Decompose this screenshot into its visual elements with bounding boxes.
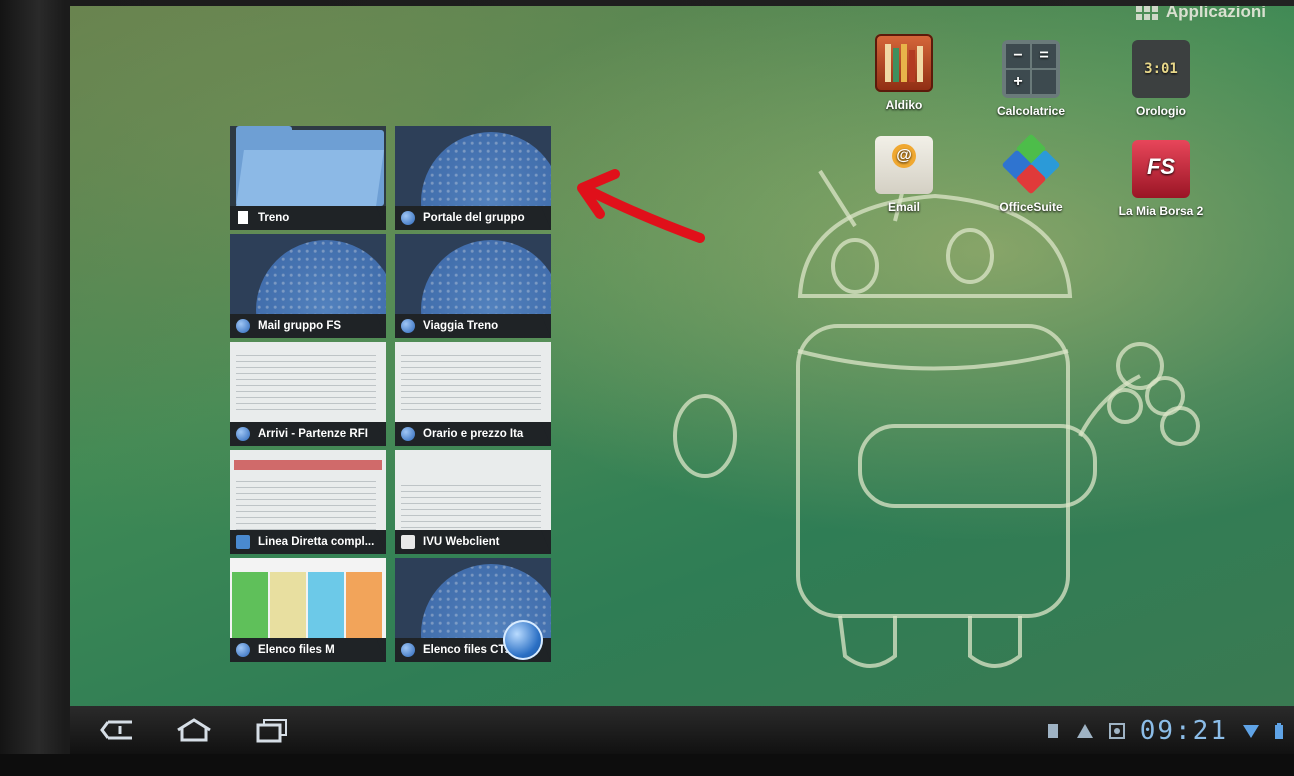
officesuite-icon [1001,133,1061,195]
recent-app-title: Orario e prezzo Ita [423,428,524,440]
shortcut-orologio[interactable]: 3:01 Orologio [1106,40,1216,118]
browser-globe-icon [503,620,543,660]
shortcut-la-mia-borsa-2[interactable]: La Mia Borsa 2 [1106,140,1216,218]
shortcut-label: Calcolatrice [996,104,1066,118]
browser-icon [401,427,415,441]
recent-app-viaggia-treno[interactable]: Viaggia Treno [395,234,551,338]
recent-app-title: Treno [258,212,290,224]
shortcut-label: La Mia Borsa 2 [1118,204,1204,218]
recent-app-linea-diretta[interactable]: Linea Diretta compl... [230,450,386,554]
android-mascot-wallpaper [673,160,1200,668]
shortcut-email[interactable]: Email [849,136,959,214]
home-icon[interactable] [174,716,214,744]
apps-grid-icon [1135,6,1158,20]
system-bar: 09:21 [70,706,1294,754]
browser-icon [236,427,250,441]
browser-icon [236,643,250,657]
recent-app-title: Portale del gruppo [423,212,525,224]
recent-app-title: Elenco files M [258,644,335,656]
wifi-icon [1243,725,1259,738]
app-icon [236,535,250,549]
sd-card-icon [1047,724,1058,738]
recent-app-ivu-webclient[interactable]: IVU Webclient [395,450,551,554]
shortcut-label: Email [887,200,920,214]
recent-app-title: Arrivi - Partenze RFI [258,428,368,440]
system-clock: 09:21 [1139,716,1228,746]
shortcut-calcolatrice[interactable]: − = + Calcolatrice [976,40,1086,118]
apps-label: Applicazioni [1165,6,1266,21]
calculator-icon: − = + [1002,40,1060,98]
notification-icon [1108,723,1125,739]
recent-app-orario-e-prezzo[interactable]: Orario e prezzo Ita [395,342,551,446]
recent-app-treno[interactable]: Treno [230,126,386,230]
annotation-arrow [577,169,705,243]
warning-icon [1076,724,1093,738]
shortcut-label: Orologio [1136,104,1186,118]
shortcut-officesuite[interactable]: OfficeSuite [976,133,1086,214]
status-area[interactable]: 09:21 [1044,716,1284,746]
tablet-bottom-bezel [0,754,1294,776]
browser-icon [401,211,415,225]
folder-icon [236,150,384,206]
recent-app-title: Linea Diretta compl... [258,536,375,548]
recent-app-title: Viaggia Treno [423,320,499,332]
recent-apps-icon[interactable] [252,716,292,744]
recent-app-arrivi-partenze-rfi[interactable]: Arrivi - Partenze RFI [230,342,386,446]
browser-icon [236,319,250,333]
browser-icon [401,319,415,333]
document-icon [401,535,415,549]
back-icon[interactable] [98,716,138,744]
recent-app-elenco-files-m[interactable]: Elenco files M [230,558,386,662]
email-envelope-icon [875,136,933,194]
apps-launcher-button[interactable]: Applicazioni [1135,6,1266,22]
fs-borsa-icon [1132,140,1190,198]
bookmark-icon [238,211,248,224]
battery-icon [1275,723,1283,739]
browser-icon [401,643,415,657]
shortcut-label: OfficeSuite [999,200,1063,214]
aldiko-books-icon [875,34,933,92]
recent-app-title: IVU Webclient [423,536,500,548]
shortcut-label: Aldiko [885,98,923,112]
recent-app-mail-gruppo-fs[interactable]: Mail gruppo FS [230,234,386,338]
recent-app-title: Mail gruppo FS [258,320,342,332]
shortcut-aldiko[interactable]: Aldiko [849,34,959,112]
clock-icon: 3:01 [1132,40,1190,98]
recent-app-portale-del-gruppo[interactable]: Portale del gruppo [395,126,551,230]
home-screen: Applicazioni Aldiko − = + Calcolatrice 3… [70,6,1294,706]
